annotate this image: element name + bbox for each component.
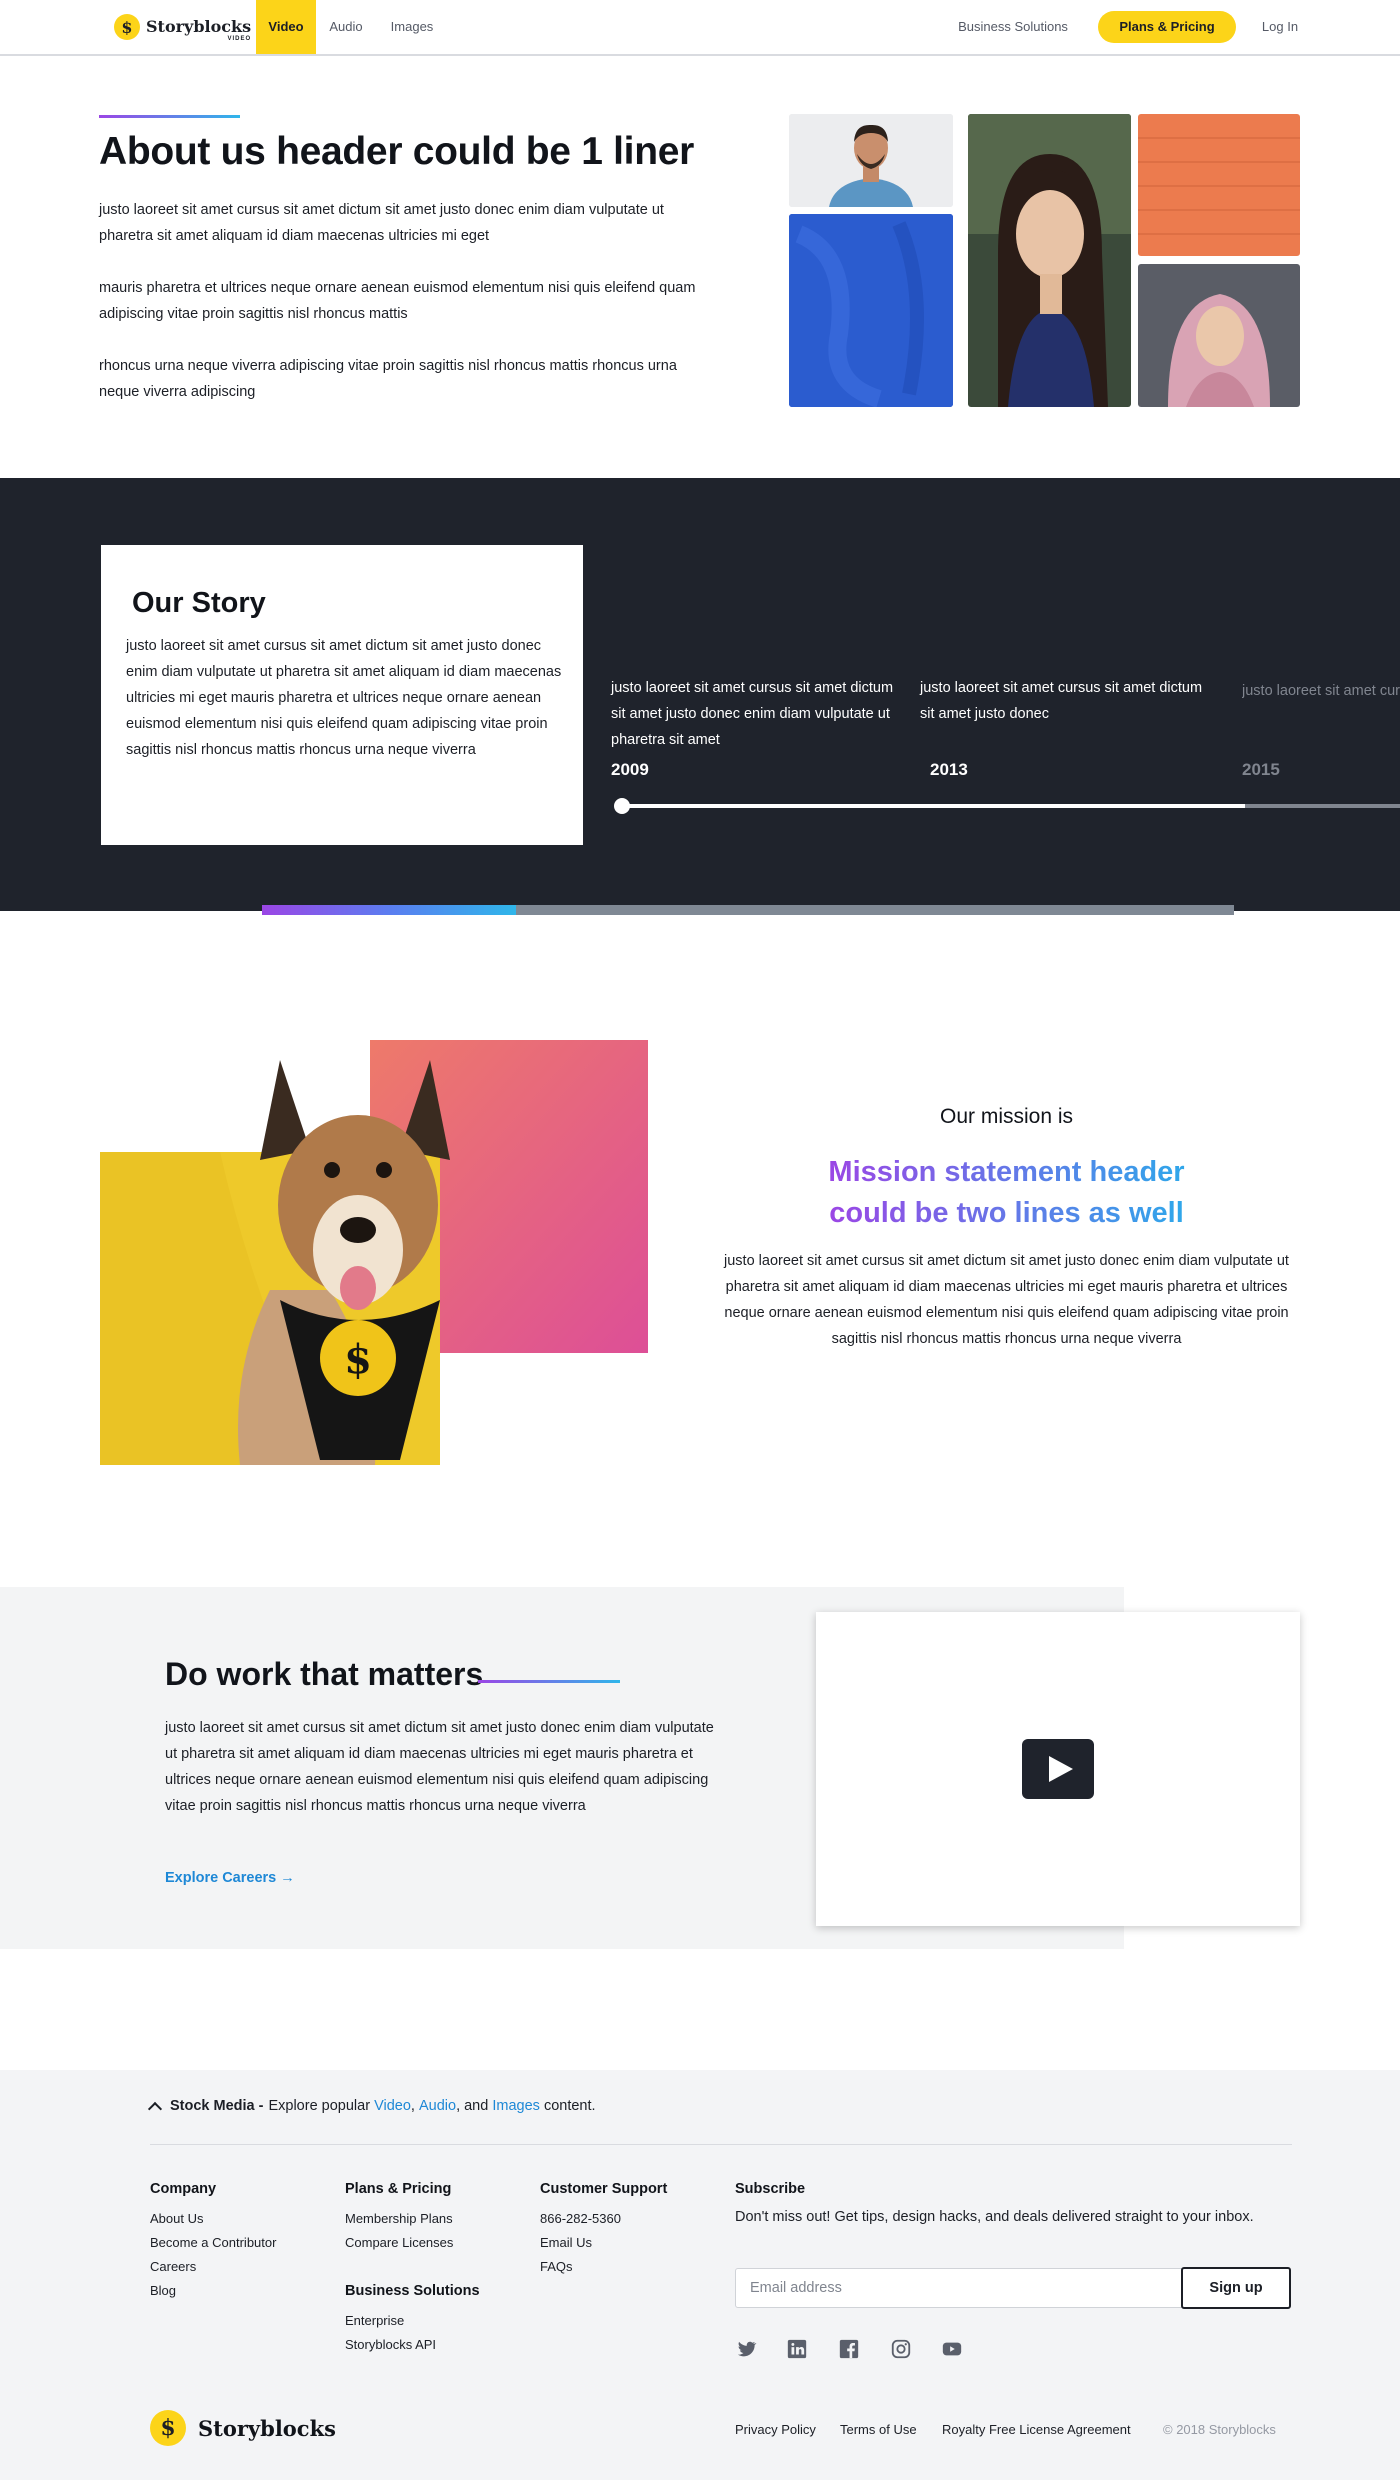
photo-orange-brick: [1138, 114, 1300, 256]
careers-accent-bar: [478, 1680, 620, 1683]
footer-link[interactable]: Storyblocks API: [345, 2337, 436, 2352]
login-link[interactable]: Log In: [1252, 0, 1308, 54]
brand-sub: VIDEO: [227, 36, 252, 42]
stock-video-link[interactable]: Video: [374, 2098, 411, 2114]
mission-text: justo laoreet sit amet cursus sit amet d…: [724, 1253, 1289, 1347]
story-card: Our Story justo laoreet sit amet cursus …: [101, 545, 583, 845]
photo-woman-long-hair: [968, 114, 1131, 407]
footer-brand-logo[interactable]: $ Storyblocks: [150, 2410, 336, 2446]
brand-name: Storyblocks: [146, 17, 252, 36]
footer-business-heading: Business Solutions: [345, 2283, 480, 2299]
story-scroll-progress[interactable]: [262, 905, 516, 915]
photo-man-smiling: [789, 114, 953, 207]
youtube-icon[interactable]: [941, 2338, 963, 2360]
footer-plans-heading: Plans & Pricing: [345, 2181, 452, 2197]
timeline-track-remaining: [1245, 804, 1400, 808]
timeline-year[interactable]: 2015: [1242, 760, 1280, 780]
footer-link[interactable]: Blog: [150, 2283, 176, 2298]
nav-images[interactable]: Images: [382, 0, 442, 54]
about-accent-bar: [99, 115, 240, 118]
stock-media-row[interactable]: Stock Media - Explore popular Video, Aud…: [147, 2098, 596, 2116]
play-icon[interactable]: [1022, 1739, 1094, 1799]
footer-link[interactable]: Enterprise: [345, 2313, 404, 2328]
linkedin-icon[interactable]: [786, 2338, 808, 2360]
top-nav: $ Storyblocks VIDEO Video Audio Images B…: [0, 0, 1400, 56]
about-paragraph: mauris pharetra et ultrices neque ornare…: [99, 280, 696, 322]
mission-image-dog: $: [100, 1040, 648, 1465]
footer-link[interactable]: Careers: [150, 2259, 196, 2274]
footer-link[interactable]: Email Us: [540, 2235, 592, 2250]
email-field[interactable]: [735, 2268, 1183, 2308]
timeline-track: [620, 804, 1245, 808]
footer-brand-name: Storyblocks: [198, 2415, 336, 2441]
chevron-up-icon[interactable]: [147, 2101, 163, 2116]
facebook-icon[interactable]: [838, 2338, 860, 2360]
nav-video[interactable]: Video: [256, 0, 316, 54]
photo-blue-paint: [789, 214, 953, 407]
stock-audio-link[interactable]: Audio: [419, 2098, 456, 2114]
plans-pricing-button[interactable]: Plans & Pricing: [1098, 11, 1236, 43]
footer-link[interactable]: Become a Contributor: [150, 2235, 276, 2250]
story-scroll-track[interactable]: [516, 905, 1234, 915]
timeline-year[interactable]: 2013: [930, 760, 968, 780]
instagram-icon[interactable]: [890, 2338, 912, 2360]
nav-business-solutions[interactable]: Business Solutions: [946, 0, 1080, 54]
footer-link[interactable]: Membership Plans: [345, 2211, 453, 2226]
subscribe-heading: Subscribe: [735, 2181, 806, 2197]
privacy-policy-link[interactable]: Privacy Policy: [735, 2422, 816, 2437]
nav-audio[interactable]: Audio: [322, 0, 370, 54]
about-paragraph: justo laoreet sit amet cursus sit amet d…: [99, 202, 664, 244]
subscribe-text: Don't miss out! Get tips, design hacks, …: [735, 2209, 1254, 2225]
footer-support-heading: Customer Support: [540, 2181, 668, 2197]
careers-text: justo laoreet sit amet cursus sit amet d…: [165, 1720, 714, 1814]
careers-title: Do work that matters: [165, 1656, 484, 1692]
copyright: © 2018 Storyblocks: [1163, 2422, 1276, 2437]
signup-button[interactable]: Sign up: [1181, 2267, 1291, 2309]
mission-header-line2: could be two lines as well: [829, 1197, 1184, 1229]
timeline-entry-text: justo laoreet sit amet cursus sit amet d…: [920, 680, 1203, 722]
explore-careers-link[interactable]: Explore Careers →: [165, 1870, 295, 1886]
brand-logo[interactable]: $ Storyblocks VIDEO: [114, 14, 252, 42]
mission-label: Our mission is: [939, 1105, 1074, 1128]
terms-of-use-link[interactable]: Terms of Use: [840, 2422, 917, 2437]
svg-text:$: $: [344, 1336, 372, 1383]
twitter-icon[interactable]: [735, 2338, 757, 2360]
video-player[interactable]: [816, 1612, 1300, 1926]
storyblocks-logo-icon: $: [150, 2410, 186, 2446]
stock-images-link[interactable]: Images: [492, 2098, 540, 2114]
footer-link[interactable]: Compare Licenses: [345, 2235, 453, 2250]
story-title: Our Story: [132, 587, 266, 619]
footer-link[interactable]: About Us: [150, 2211, 203, 2226]
footer-link[interactable]: 866-282-5360: [540, 2211, 621, 2226]
footer-link[interactable]: FAQs: [540, 2259, 573, 2274]
footer-company-heading: Company: [150, 2181, 217, 2197]
storyblocks-logo-icon: $: [114, 14, 140, 40]
about-title: About us header could be 1 liner: [99, 130, 694, 173]
timeline-year[interactable]: 2009: [611, 760, 649, 780]
timeline-entry-text: justo laoreet sit amet cursus sit amet d…: [611, 680, 894, 748]
timeline-handle[interactable]: [614, 798, 630, 814]
mission-header-line1: Mission statement header: [828, 1156, 1185, 1188]
photo-woman-hijab: [1138, 264, 1300, 407]
timeline-entry-text: justo laoreet sit amet cursus sit amet d…: [1242, 683, 1400, 699]
story-text: justo laoreet sit amet cursus sit amet d…: [126, 638, 562, 758]
license-agreement-link[interactable]: Royalty Free License Agreement: [942, 2422, 1131, 2437]
footer-divider: [150, 2144, 1292, 2145]
about-paragraph: rhoncus urna neque viverra adipiscing vi…: [99, 358, 677, 400]
